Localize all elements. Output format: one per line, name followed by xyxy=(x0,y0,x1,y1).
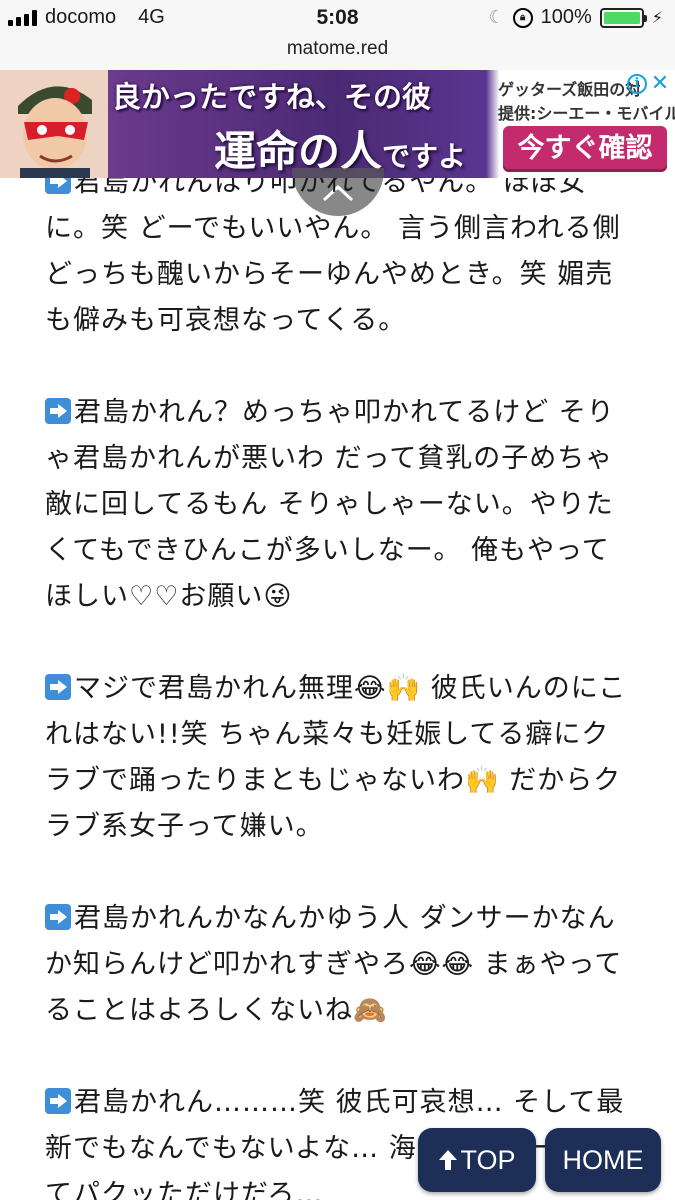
rotation-lock-icon: 🔒︎ xyxy=(512,7,533,28)
comment-text: マジで君島かれん無理😂🙌 彼氏いんのにこれはない!!笑 ちゃん菜々も妊娠してる癖… xyxy=(45,673,627,842)
url-bar[interactable]: matome.red xyxy=(0,38,675,70)
comment-list: 君島かれんはり叩かれてるやん。 ほぼ女に。笑 どーでもいいやん。 言う側言われる… xyxy=(45,178,635,1200)
comment-text: 君島かれんはり叩かれてるやん。 ほぼ女に。笑 どーでもいいやん。 言う側言われる… xyxy=(45,178,621,336)
ad-badges: i ✕ xyxy=(627,73,671,96)
charging-icon: ⚡︎ xyxy=(651,9,663,27)
status-right: ☾ 🔒︎ 100% ⚡︎ xyxy=(488,6,663,29)
ad-headline: 良かったですね、その彼 xyxy=(112,80,432,114)
scroll-top-label: TOP xyxy=(460,1145,516,1175)
comment-item: 君島かれんはり叩かれてるやん。 ほぼ女に。笑 どーでもいいやん。 言う側言われる… xyxy=(45,178,635,344)
home-label: HOME xyxy=(562,1145,644,1175)
status-bar: docomo 4G 5:08 ☾ 🔒︎ 100% ⚡︎ xyxy=(0,0,675,38)
ad-cta-button[interactable]: 今すぐ確認 xyxy=(503,126,667,172)
right-arrow-icon xyxy=(45,674,71,700)
url-domain[interactable]: matome.red xyxy=(287,38,388,59)
comment-text: 君島かれんかなんかゆう人 ダンサーかなんか知らんけど叩かれすぎやろ😂😂 まぁやっ… xyxy=(45,903,623,1026)
do-not-disturb-icon: ☾ xyxy=(488,7,505,27)
comment-text: 君島かれん………笑 彼氏可哀想… そして最新でもなんでもないよな… 海外のツイー… xyxy=(45,1087,625,1200)
ad-info-icon[interactable]: i xyxy=(627,74,647,94)
ad-banner[interactable]: 良かったですね、その彼 運命の人ですよ ゲッターズ飯田の対 提供:シーエー・モバ… xyxy=(0,70,675,178)
ad-sponsor-line2: 提供:シーエー・モバイル xyxy=(498,104,675,123)
home-button[interactable]: HOME xyxy=(545,1128,661,1192)
comment-text: 君島かれん？めっちゃ叩かれてるけど そりゃ君島かれんが悪いわ だって貧乳の子めち… xyxy=(45,397,615,612)
comment-item: 君島かれん？めっちゃ叩かれてるけど そりゃ君島かれんが悪いわ だって貧乳の子めち… xyxy=(45,390,635,620)
right-arrow-icon xyxy=(45,398,71,424)
ad-tagline-tail: ですよ xyxy=(382,140,467,173)
scroll-top-button[interactable]: TOP xyxy=(418,1128,536,1192)
comment-item: マジで君島かれん無理😂🙌 彼氏いんのにこれはない!!笑 ちゃん菜々も妊娠してる癖… xyxy=(45,666,635,850)
right-arrow-icon xyxy=(45,904,71,930)
right-arrow-icon xyxy=(45,178,71,194)
right-arrow-icon xyxy=(45,1088,71,1114)
comment-item: 君島かれんかなんかゆう人 ダンサーかなんか知らんけど叩かれすぎやろ😂😂 まぁやっ… xyxy=(45,896,635,1034)
battery-fill xyxy=(603,11,640,24)
battery-percent: 100% xyxy=(540,6,592,28)
ad-sponsor-line1: ゲッターズ飯田の対 xyxy=(498,80,640,99)
battery-icon xyxy=(599,7,647,28)
ad-close-icon[interactable]: ✕ xyxy=(649,73,671,96)
ad-person-image xyxy=(0,70,108,178)
up-arrow-icon xyxy=(439,1150,458,1170)
